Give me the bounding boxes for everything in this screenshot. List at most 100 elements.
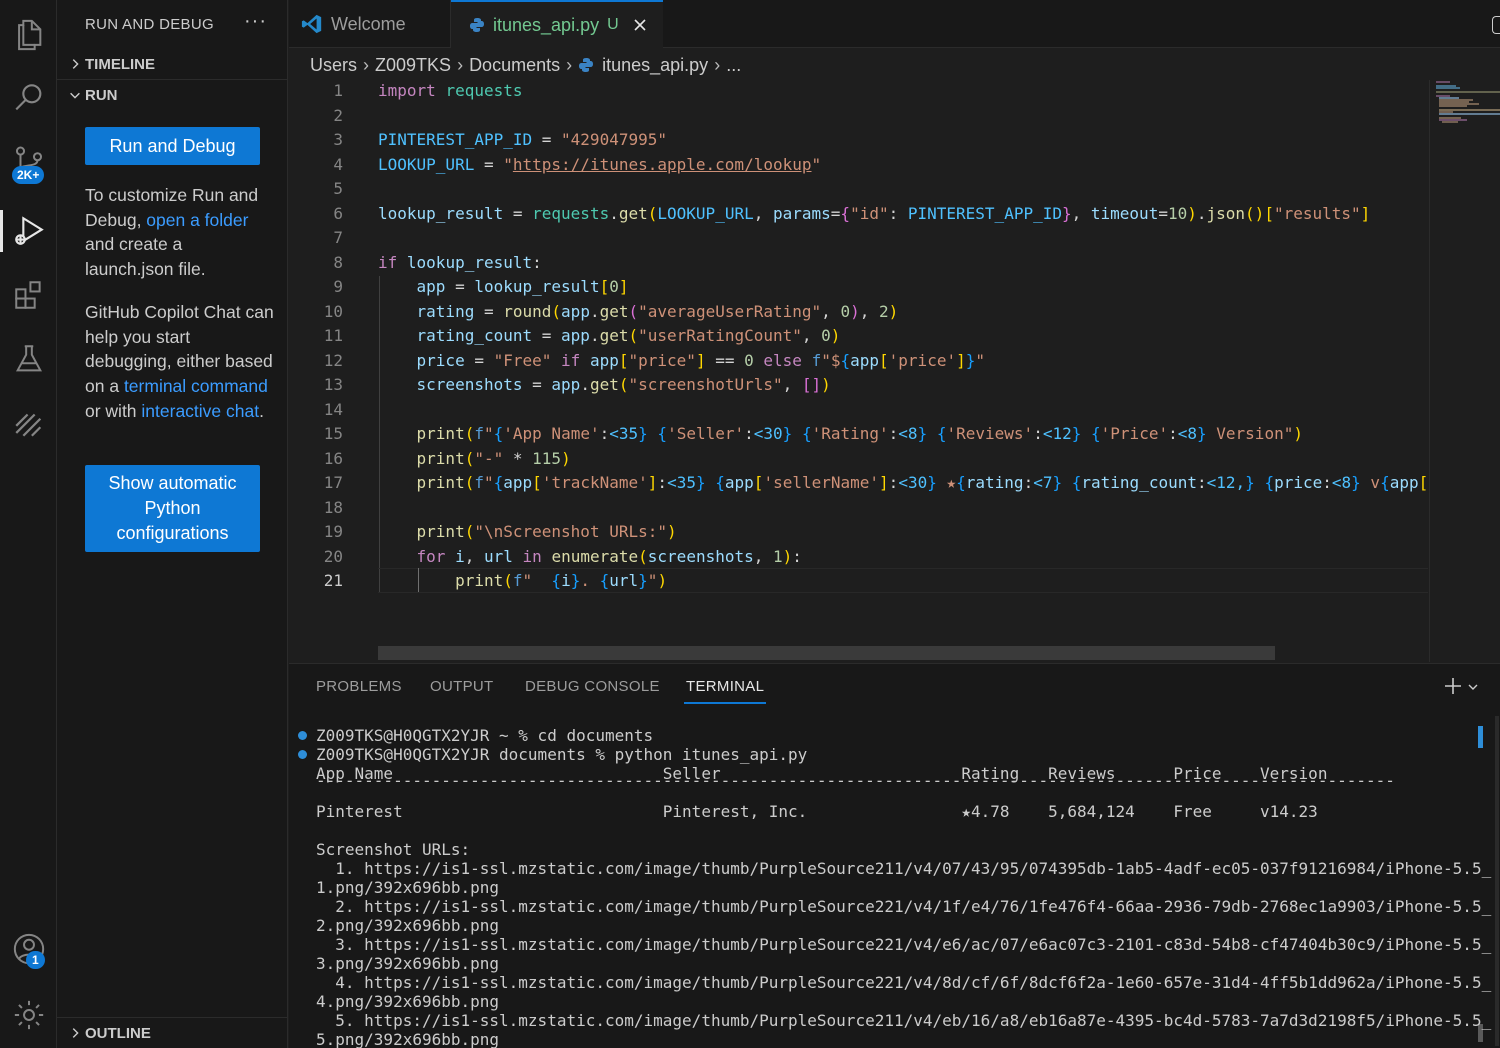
show-python-configurations-button[interactable]: Show automatic Python configurations (85, 465, 260, 552)
line-number: 12 (323, 350, 343, 370)
copilot-icon[interactable] (0, 398, 57, 448)
tab-debug-console[interactable]: DEBUG CONSOLE (525, 678, 660, 695)
customize-text: To customize Run and Debug, open a folde… (85, 183, 275, 282)
line-number: 20 (323, 546, 343, 566)
chevron-right-icon (65, 57, 85, 71)
explorer-icon[interactable] (0, 10, 57, 60)
terminal-scrollbar[interactable] (1478, 726, 1483, 748)
interactive-chat-link[interactable]: interactive chat (141, 401, 259, 421)
line-number: 4 (333, 154, 343, 174)
sidebar-title: RUN AND DEBUG (85, 16, 214, 33)
outline-section-header[interactable]: OUTLINE (57, 1018, 288, 1048)
code-line: PINTEREST_APP_ID = "429047995" (378, 130, 667, 149)
copilot-text-part: or with (85, 400, 142, 421)
line-number: 17 (323, 473, 343, 492)
terminal-line: 5.png/392x696bb.png (316, 1030, 500, 1048)
breadcrumb-item[interactable]: Documents (469, 55, 560, 76)
activity-bar: 2K+ 1 (0, 0, 57, 1048)
editor-tabs: Welcome itunes_api.py U (289, 0, 1500, 48)
timeline-label: TIMELINE (85, 55, 155, 73)
chevron-down-icon[interactable] (1467, 680, 1479, 698)
chevron-right-icon (65, 1026, 85, 1040)
line-number: 13 (323, 375, 343, 394)
line-number: 3 (333, 130, 343, 149)
line-number: 7 (333, 228, 343, 247)
line-number: 8 (333, 252, 343, 272)
breadcrumb-item[interactable]: itunes_api.py (602, 55, 708, 76)
terminal-line: 1. https://is1-ssl.mzstatic.com/image/th… (316, 859, 1492, 878)
code-line: screenshots = app.get("screenshotUrls", … (416, 375, 831, 394)
code-line: for i, url in enumerate(screenshots, 1): (416, 546, 802, 566)
chevron-right-icon: › (566, 54, 573, 75)
minimap[interactable] (1429, 80, 1500, 662)
close-icon[interactable] (633, 18, 647, 32)
terminal-line: ----------------------------------------… (316, 771, 1395, 790)
run-label: RUN (85, 86, 118, 104)
customize-text-part: and create a launch.json file. (85, 234, 206, 280)
split-editor-icon[interactable] (1492, 16, 1500, 34)
timeline-section-header[interactable]: TIMELINE (57, 49, 288, 79)
python-icon (469, 17, 485, 33)
more-actions-icon[interactable]: ··· (244, 10, 267, 33)
run-section-header[interactable]: RUN (57, 80, 288, 110)
code-line: lookup_result = requests.get(LOOKUP_URL,… (378, 203, 1371, 223)
code-line: app = lookup_result[0] (416, 277, 629, 296)
line-number: 11 (323, 326, 343, 345)
vscode-logo-icon (301, 13, 323, 35)
python-icon (578, 57, 594, 73)
code-line: print("-" * 115) (416, 448, 571, 468)
run-and-debug-button[interactable]: Run and Debug (85, 127, 260, 165)
scm-badge: 2K+ (12, 166, 45, 184)
code-line: if lookup_result: (378, 252, 542, 272)
code-line: price = "Free" if app["price"] == 0 else… (416, 350, 986, 370)
sidebar: RUN AND DEBUG ··· TIMELINE RUN Run and D… (57, 0, 288, 1048)
command-success-dot[interactable] (298, 750, 307, 759)
line-number: 6 (333, 203, 343, 223)
terminal-line: 4.png/392x696bb.png (316, 992, 500, 1011)
settings-gear-icon[interactable] (0, 990, 57, 1040)
tab-welcome[interactable]: Welcome (289, 0, 451, 48)
tab-terminal[interactable]: TERMINAL (683, 678, 767, 704)
terminal-overview-ruler (1495, 716, 1499, 1046)
tab-itunes-api[interactable]: itunes_api.py U (451, 0, 663, 48)
breadcrumb-item[interactable]: ... (726, 55, 741, 76)
line-number: 16 (323, 448, 343, 468)
code-editor[interactable]: 1 2 3 4 5 6 7 8 9 10 11 12 13 14 15 16 17 18 19 20 21 import… (289, 80, 1429, 662)
terminal-line: Z009TKS@H0QGTX2YJR ~ % cd documents (316, 726, 654, 745)
breadcrumb-item[interactable]: Users (310, 55, 357, 76)
line-number: 15 (323, 424, 343, 443)
run-debug-icon[interactable] (0, 206, 57, 256)
breadcrumb-item[interactable]: Z009TKS (375, 55, 451, 76)
tab-problems[interactable]: PROBLEMS (316, 678, 402, 695)
testing-flask-icon[interactable] (0, 334, 57, 384)
command-success-dot[interactable] (298, 731, 307, 740)
extensions-icon[interactable] (0, 270, 57, 320)
code-line: print(f"{app['trackName']:<35} {app['sel… (416, 473, 1429, 492)
line-number: 1 (333, 81, 343, 100)
terminal-line: 4. https://is1-ssl.mzstatic.com/image/th… (316, 973, 1492, 992)
open-folder-link[interactable]: open a folder (146, 210, 248, 230)
line-number: 2 (333, 105, 343, 125)
terminal-line: 3.png/392x696bb.png (316, 954, 500, 973)
horizontal-scrollbar[interactable] (378, 646, 1275, 660)
chevron-down-icon (65, 88, 85, 102)
terminal-line: Pinterest Pinterest, Inc. ★4.78 5,684,12… (316, 802, 1318, 821)
copilot-text: GitHub Copilot Chat can help you start d… (85, 300, 275, 424)
outline-label: OUTLINE (85, 1024, 151, 1042)
code-line: print("\nScreenshot URLs:") (416, 522, 677, 541)
line-number: 9 (333, 277, 343, 296)
line-number: 21 (323, 571, 343, 590)
search-icon[interactable] (0, 73, 57, 123)
new-terminal-icon[interactable] (1443, 676, 1463, 701)
chevron-right-icon: › (457, 54, 464, 75)
code-line: rating_count = app.get("userRatingCount"… (416, 326, 841, 345)
code-line: rating = round(app.get("averageUserRatin… (416, 301, 899, 321)
tab-label: Welcome (331, 13, 406, 34)
code-line: print(f" {i}. {url}") (455, 571, 668, 590)
terminal-line: 3. https://is1-ssl.mzstatic.com/image/th… (316, 935, 1492, 954)
terminal-command-link[interactable]: terminal command (124, 376, 268, 396)
line-number: 19 (323, 522, 343, 541)
chevron-right-icon: › (714, 54, 721, 75)
tab-output[interactable]: OUTPUT (430, 678, 493, 695)
account-badge: 1 (26, 951, 45, 969)
